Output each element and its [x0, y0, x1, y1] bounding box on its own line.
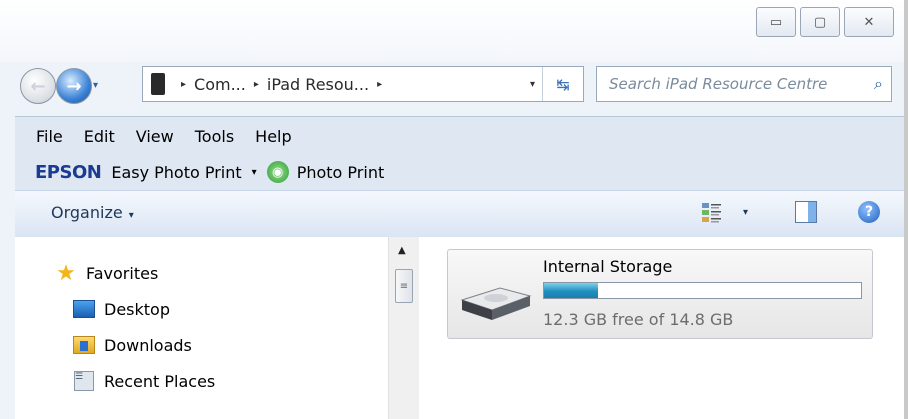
organize-label: Organize — [51, 203, 123, 222]
recent-pages-dropdown[interactable]: ▾ — [93, 80, 98, 91]
minimize-button[interactable]: ▭ — [756, 7, 796, 37]
file-list-pane: Internal Storage 12.3 GB free of 14.8 GB — [419, 237, 904, 419]
address-bar[interactable]: ▸ Com... ▸ iPad Resou... ▸ ▾ ↹ — [142, 66, 584, 102]
sidebar-item-label: Desktop — [104, 299, 170, 319]
back-button[interactable]: ← — [20, 68, 56, 104]
recent-places-icon: ☰ — [74, 371, 94, 391]
sidebar-item-label: Downloads — [104, 335, 192, 355]
chevron-down-icon: ▾ — [128, 210, 134, 221]
sidebar-item-downloads[interactable]: Downloads — [73, 335, 192, 355]
star-icon: ★ — [56, 260, 76, 286]
breadcrumb-ipad-resource[interactable]: iPad Resou... — [267, 75, 369, 94]
easy-photo-print-button[interactable]: Easy Photo Print — [111, 163, 241, 182]
menu-edit[interactable]: Edit — [84, 127, 115, 146]
storage-drive-icon — [460, 287, 532, 320]
photo-print-button[interactable]: Photo Print — [297, 163, 385, 182]
sidebar-item-desktop[interactable]: Desktop — [73, 299, 170, 319]
preview-pane-icon[interactable] — [795, 201, 817, 223]
address-dropdown-button[interactable]: ▾ — [530, 79, 535, 90]
epson-toolbar: EPSON Easy Photo Print ▾ ◉ Photo Print — [15, 154, 904, 190]
downloads-folder-icon — [73, 336, 95, 354]
breadcrumb-separator[interactable]: ▸ — [254, 79, 259, 90]
refresh-button[interactable]: ↹ — [542, 67, 583, 101]
scroll-up-button[interactable]: ▲ — [398, 245, 406, 256]
views-dropdown-button[interactable]: ▾ — [743, 207, 748, 218]
search-icon[interactable]: ⌕ — [874, 74, 883, 94]
sidebar-item-label: Recent Places — [104, 371, 216, 391]
easy-photo-print-dropdown[interactable]: ▾ — [252, 167, 257, 178]
caption-buttons: ▭ ▢ ✕ — [752, 7, 894, 37]
change-view-icon[interactable] — [701, 201, 723, 223]
title-bar: ▭ ▢ ✕ — [0, 0, 904, 62]
refresh-icon: ↹ — [556, 74, 570, 94]
search-input[interactable]: Search iPad Resource Centre ⌕ — [596, 66, 892, 102]
explorer-window: ▭ ▢ ✕ ← → ▾ ▸ Com... ▸ iPad Resou... ▸ ▾… — [0, 0, 908, 419]
forward-arrow-icon: → — [66, 75, 82, 97]
breadcrumb-separator[interactable]: ▸ — [181, 79, 186, 90]
menu-file[interactable]: File — [36, 127, 63, 146]
drive-item-internal-storage[interactable]: Internal Storage 12.3 GB free of 14.8 GB — [447, 249, 873, 339]
desktop-icon — [73, 300, 95, 318]
sidebar-item-favorites[interactable]: ★ Favorites — [55, 260, 159, 286]
close-button[interactable]: ✕ — [844, 7, 894, 37]
address-row: ← → ▾ ▸ Com... ▸ iPad Resou... ▸ ▾ ↹ Sea… — [0, 62, 904, 114]
drive-free-space: 12.3 GB free of 14.8 GB — [543, 310, 734, 329]
back-arrow-icon: ← — [30, 75, 46, 97]
breadcrumb-computer[interactable]: Com... — [194, 75, 246, 94]
navigation-scrollbar[interactable]: ▲ ≡ — [388, 237, 420, 419]
maximize-button[interactable]: ▢ — [800, 7, 840, 37]
scroll-thumb[interactable]: ≡ — [395, 269, 413, 303]
menu-bar: File Edit View Tools Help — [15, 116, 904, 155]
drive-usage-fill — [544, 283, 598, 298]
navigation-pane: ★ Favorites Desktop Downloads ☰ Recent P… — [15, 237, 388, 419]
menu-tools[interactable]: Tools — [195, 127, 234, 146]
menu-view[interactable]: View — [136, 127, 174, 146]
menu-help[interactable]: Help — [255, 127, 291, 146]
drive-usage-bar — [543, 282, 862, 299]
sidebar-item-recent-places[interactable]: ☰ Recent Places — [73, 371, 215, 391]
command-bar: Organize ▾ ▾ ? — [15, 190, 904, 238]
organize-button[interactable]: Organize ▾ — [51, 203, 134, 222]
sidebar-item-label: Favorites — [86, 263, 159, 283]
device-icon — [151, 73, 165, 95]
breadcrumb-separator[interactable]: ▸ — [377, 79, 382, 90]
help-icon[interactable]: ? — [858, 201, 880, 223]
drive-name: Internal Storage — [543, 257, 673, 276]
search-placeholder: Search iPad Resource Centre — [609, 75, 828, 93]
grip-icon: ≡ — [399, 280, 409, 292]
forward-button[interactable]: → — [56, 68, 92, 104]
photo-print-icon: ◉ — [266, 161, 289, 183]
epson-logo: EPSON — [35, 161, 102, 183]
